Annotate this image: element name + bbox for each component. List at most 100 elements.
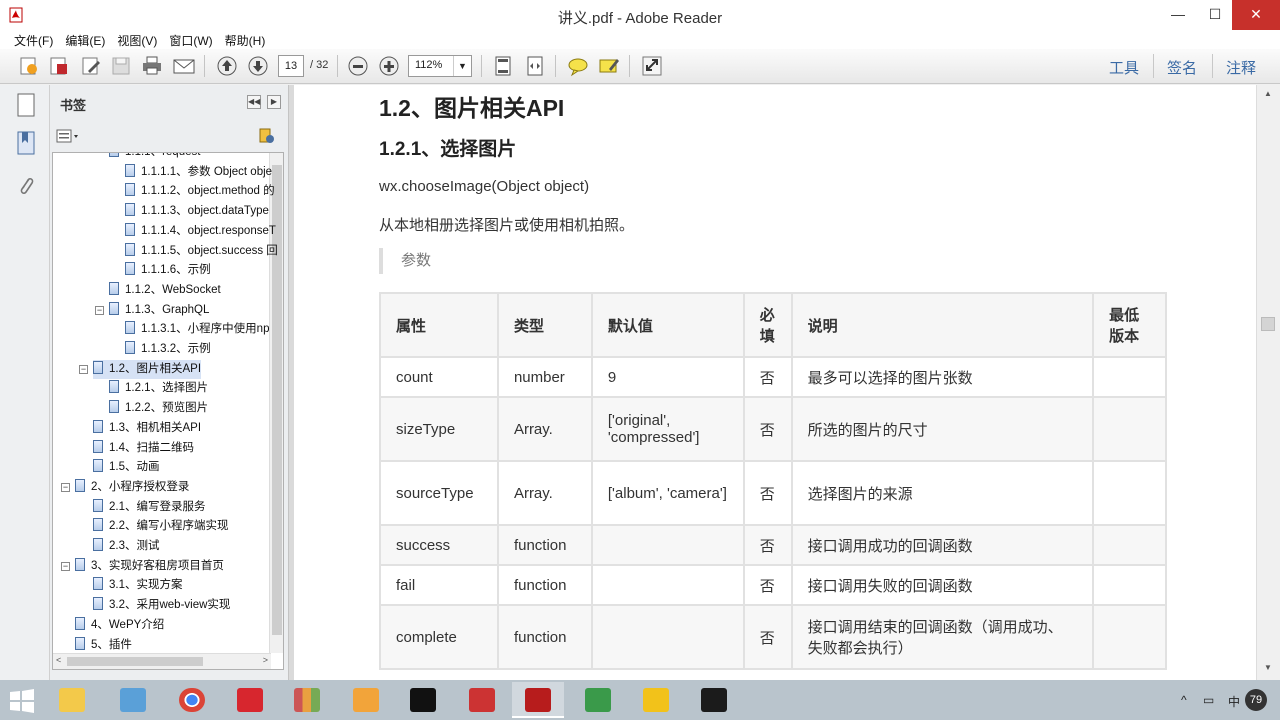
taskbar-devtools[interactable] — [572, 682, 624, 718]
comment-pane-button[interactable]: 注释 — [1226, 57, 1256, 78]
bookmark-item[interactable]: 3.2、采用web-view实现 — [93, 596, 230, 615]
taskbar-sublime[interactable] — [340, 682, 392, 718]
comment-icon[interactable] — [566, 55, 590, 77]
collapse-toggle-icon[interactable]: − — [61, 561, 70, 571]
bookmark-item[interactable]: 3.1、实现方案 — [93, 576, 183, 595]
bookmark-item[interactable]: 1.2.2、预览图片 — [109, 399, 208, 418]
fit-page-icon[interactable] — [491, 55, 515, 77]
taskbar-xmind[interactable] — [224, 682, 276, 718]
bookmark-item[interactable]: 2.1、编写登录服务 — [93, 498, 206, 517]
taskbar-chrome[interactable] — [166, 682, 218, 718]
bookmark-settings-icon[interactable] — [258, 127, 276, 145]
menu-window[interactable]: 窗口(W) — [163, 30, 218, 49]
document-view[interactable]: 1.2、图片相关API 1.2.1、选择图片 wx.chooseImage(Ob… — [294, 85, 1256, 680]
bookmark-item[interactable]: 2.2、编写小程序端实现 — [93, 517, 229, 536]
attachments-icon[interactable] — [14, 173, 38, 201]
page-thumbnails-icon[interactable] — [14, 91, 38, 119]
bookmark-item[interactable]: 1.3、相机相关API — [93, 419, 201, 438]
tools-pane-button[interactable]: 工具 — [1109, 57, 1139, 78]
bookmark-item[interactable]: 1.5、动画 — [93, 458, 160, 477]
bookmark-item[interactable]: 1.1.3.2、示例 — [125, 340, 211, 359]
cell-attr: success — [379, 524, 499, 566]
windows-start-icon[interactable] — [8, 688, 36, 714]
taskbar-paint[interactable] — [107, 682, 159, 718]
bookmark-item[interactable]: 1.1.2、WebSocket — [109, 281, 221, 300]
palette-icon — [120, 688, 146, 712]
tray-chevron-up-icon[interactable]: ^ — [1181, 693, 1187, 707]
edit-icon[interactable] — [79, 55, 103, 77]
bookmark-item[interactable]: 1.2.1、选择图片 — [109, 379, 208, 398]
fit-width-icon[interactable] — [523, 55, 547, 77]
bookmark-icon — [125, 262, 135, 276]
taskbar-winrar[interactable] — [281, 682, 333, 718]
bookmark-item[interactable]: 1.1.1.1、参数 Object obje — [125, 163, 272, 182]
email-icon[interactable] — [172, 55, 196, 77]
close-button[interactable]: ✕ — [1232, 0, 1280, 30]
cell-default: ['original', 'compressed'] — [590, 396, 745, 462]
zoom-in-icon[interactable] — [377, 55, 401, 77]
taskbar-player[interactable] — [630, 682, 682, 718]
options-menu-icon[interactable] — [56, 128, 80, 144]
bookmark-item[interactable]: 5、插件 — [75, 636, 132, 655]
minimize-button[interactable]: — — [1160, 0, 1196, 30]
menu-edit[interactable]: 编辑(E) — [59, 30, 111, 49]
bookmark-item[interactable]: 1.1.1.6、示例 — [125, 261, 211, 280]
bookmark-item[interactable]: 2、小程序授权登录 — [75, 478, 189, 497]
taskbar-adobe-reader[interactable] — [512, 682, 564, 718]
taskbar-terminal[interactable] — [688, 682, 740, 718]
menu-file[interactable]: 文件(F) — [8, 30, 59, 49]
bookmark-item[interactable]: 1.1.1.3、object.dataType — [125, 202, 269, 221]
tray-badge[interactable]: 79 — [1245, 689, 1267, 711]
bookmark-item[interactable]: 1.1.3.1、小程序中使用np — [125, 320, 269, 339]
open-file-icon[interactable] — [17, 55, 41, 77]
zoom-out-icon[interactable] — [346, 55, 370, 77]
tray-network-icon[interactable]: ▭ — [1203, 693, 1214, 707]
collapse-panel-button[interactable]: ◀◀ — [247, 95, 261, 109]
document-scroll-thumb[interactable] — [1261, 317, 1275, 331]
sign-pane-button[interactable]: 签名 — [1167, 57, 1197, 78]
save-icon[interactable] — [109, 55, 133, 77]
bookmark-item[interactable]: 4、WePY介绍 — [75, 616, 164, 635]
collapse-toggle-icon[interactable]: − — [61, 482, 70, 492]
bookmark-label: 1.1.2、WebSocket — [125, 283, 221, 296]
bookmark-item[interactable]: 1.4、扫描二维码 — [93, 439, 194, 458]
bookmark-item[interactable]: 1.1.1、request — [109, 153, 200, 162]
page-number-input[interactable]: 13 — [278, 55, 304, 77]
previous-page-icon[interactable] — [215, 55, 239, 77]
cell-min-version — [1092, 524, 1167, 566]
highlight-icon[interactable] — [597, 55, 621, 77]
bookmark-label: 1.1.1.1、参数 Object obje — [141, 165, 273, 178]
header-desc: 说明 — [790, 292, 1095, 358]
menu-help[interactable]: 帮助(H) — [219, 30, 272, 49]
bookmark-item[interactable]: 1.2、图片相关API — [93, 359, 202, 379]
expand-panel-button[interactable]: ▶ — [267, 95, 281, 109]
next-page-icon[interactable] — [246, 55, 270, 77]
bookmark-item[interactable]: 3、实现好客租房项目首页 — [75, 557, 224, 576]
cell-default — [590, 564, 745, 606]
taskbar-explorer[interactable] — [46, 682, 98, 718]
document-scrollbar[interactable]: ▲ ▼ — [1256, 85, 1280, 680]
taskbar-intellij[interactable] — [397, 682, 449, 718]
taskbar-editor[interactable] — [456, 682, 508, 718]
create-pdf-icon[interactable] — [47, 55, 71, 77]
bookmarks-horizontal-scrollbar[interactable]: < > — [53, 653, 271, 669]
bookmark-item[interactable]: 1.1.1.2、object.method 的 — [125, 182, 275, 201]
header-required: 必填 — [742, 292, 793, 358]
tray-ime[interactable]: 中 — [1228, 693, 1240, 710]
bookmark-item[interactable]: 1.1.1.4、object.responseT — [125, 222, 276, 241]
zoom-select[interactable]: 112% ▼ — [408, 55, 472, 77]
expand-icon[interactable] — [640, 55, 664, 77]
collapse-toggle-icon[interactable]: − — [95, 305, 104, 315]
collapse-toggle-icon[interactable]: − — [79, 364, 88, 374]
maximize-button[interactable]: ☐ — [1197, 0, 1233, 30]
chevron-down-icon[interactable]: ▼ — [453, 56, 471, 76]
cell-desc: 最多可以选择的图片张数 — [790, 356, 1095, 398]
bookmarks-icon[interactable] — [14, 129, 38, 157]
bookmark-item[interactable]: 2.3、测试 — [93, 537, 160, 556]
menu-view[interactable]: 视图(V) — [111, 30, 163, 49]
cell-desc: 接口调用结束的回调函数（调用成功、失败都会执行） — [790, 604, 1095, 670]
bookmark-icon — [75, 478, 85, 492]
bookmark-item[interactable]: 1.1.1.5、object.success 回 — [125, 242, 278, 261]
print-icon[interactable] — [140, 55, 164, 77]
bookmark-item[interactable]: 1.1.3、GraphQL — [109, 301, 209, 320]
